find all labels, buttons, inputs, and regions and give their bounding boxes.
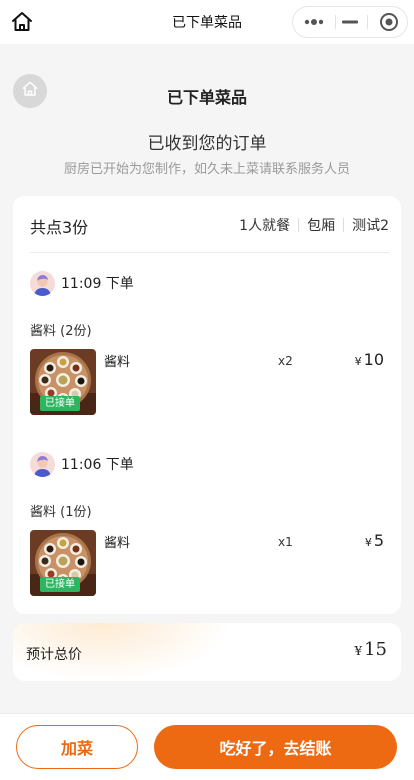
batch-header: 11:09 下单 <box>30 270 134 296</box>
total-amount: 15 <box>364 639 387 660</box>
dish-name: 酱料 <box>104 536 131 551</box>
price-value: 10 <box>363 350 384 369</box>
total-value: ¥15 <box>354 639 387 660</box>
top-navbar: 已下单菜品 <box>0 0 414 44</box>
order-card: 共点3份 1人就餐 包厢 测试2 11:09 下单 酱料 (2份) 已接单 酱料… <box>13 196 401 614</box>
page-title: 已下单菜品 <box>166 88 247 107</box>
table-tag: 测试2 <box>352 218 389 234</box>
dish-status-badge: 已接单 <box>40 396 80 411</box>
price-value: 5 <box>373 531 384 550</box>
diners-tag: 1人就餐 <box>239 218 291 234</box>
minimize-icon[interactable] <box>335 7 365 37</box>
order-received-text: 已收到您的订单 <box>147 134 267 154</box>
order-tags: 1人就餐 包厢 测试2 <box>239 215 389 235</box>
dish-quantity: x2 <box>278 354 293 368</box>
order-total-count: 共点3份 <box>30 218 89 237</box>
avatar-icon <box>30 451 55 477</box>
currency-symbol: ¥ <box>364 536 372 549</box>
kitchen-hint-text: 厨房已开始为您制作，如久未上菜请联系服务人员 <box>63 162 350 177</box>
dish-quantity: x1 <box>278 535 293 549</box>
dish-group-label: 酱料 (2份) <box>30 324 92 339</box>
target-close-icon[interactable] <box>369 7 409 37</box>
dish-name: 酱料 <box>104 355 131 370</box>
dish-status-badge: 已接单 <box>40 577 80 592</box>
mini-program-capsule <box>292 6 408 38</box>
batch-time: 11:09 下单 <box>61 276 134 292</box>
total-label: 预计总价 <box>26 647 82 663</box>
currency-symbol: ¥ <box>354 355 362 368</box>
total-price-card: 预计总价 ¥15 <box>13 623 401 681</box>
more-dots-icon[interactable] <box>293 7 335 37</box>
batch-header: 11:06 下单 <box>30 451 134 477</box>
add-dish-button[interactable]: 加菜 <box>16 725 138 769</box>
dish-price: ¥5 <box>365 531 384 550</box>
room-tag: 包厢 <box>307 218 336 234</box>
divider <box>30 252 389 253</box>
avatar-icon <box>30 270 55 296</box>
dish-group-label: 酱料 (1份) <box>30 505 92 520</box>
currency-symbol: ¥ <box>354 644 363 658</box>
dish-price: ¥10 <box>355 350 384 369</box>
bottom-action-bar: 加菜 吃好了，去结账 <box>0 713 414 780</box>
batch-time: 11:06 下单 <box>61 457 134 473</box>
checkout-button[interactable]: 吃好了，去结账 <box>154 725 397 769</box>
